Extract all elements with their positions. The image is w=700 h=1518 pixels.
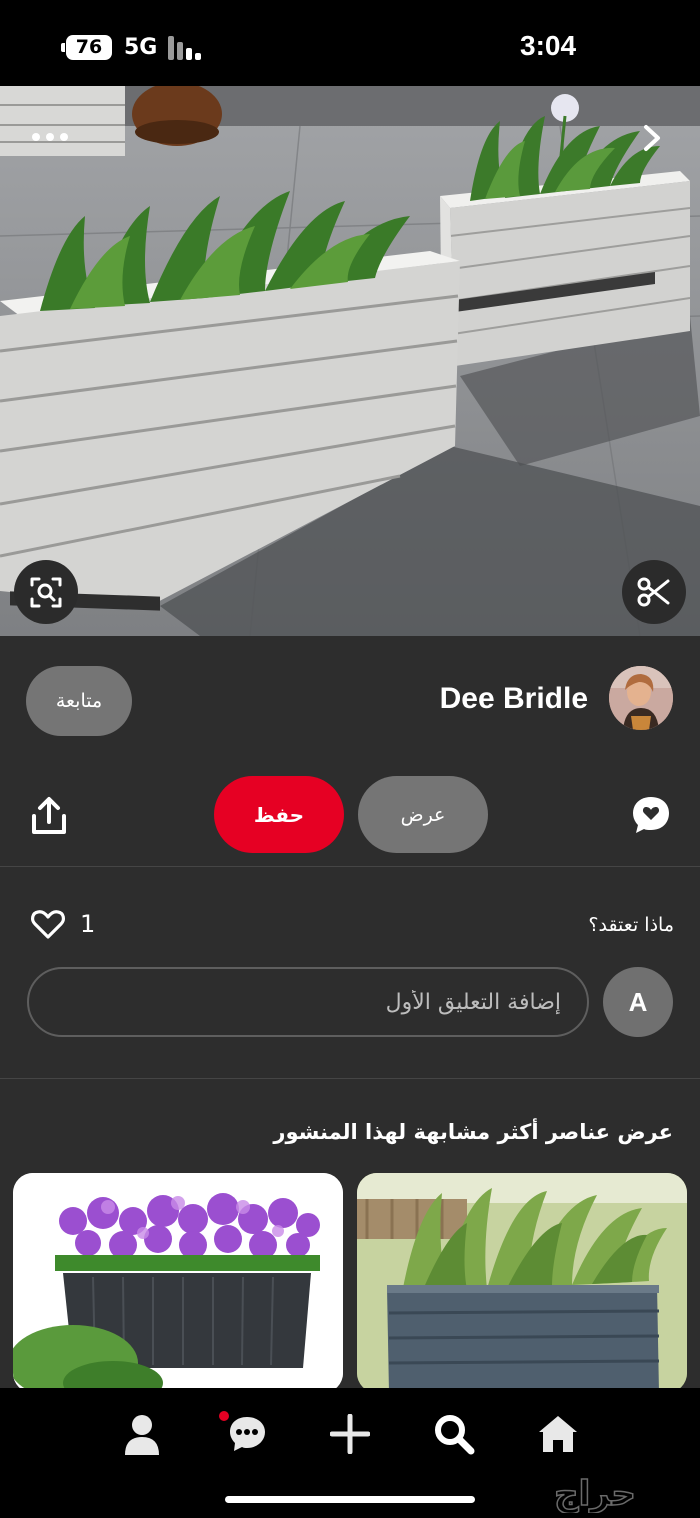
- nav-search[interactable]: [426, 1406, 482, 1462]
- battery-indicator: 76: [61, 35, 112, 60]
- notification-dot: [219, 1411, 229, 1421]
- visual-search-icon: [30, 577, 62, 608]
- related-pin-card[interactable]: [13, 1173, 343, 1393]
- nav-messages[interactable]: [216, 1406, 272, 1462]
- next-image-button[interactable]: [630, 116, 674, 160]
- share-button[interactable]: [26, 794, 72, 840]
- comment-button[interactable]: [628, 792, 674, 838]
- save-button[interactable]: حفظ: [214, 776, 344, 853]
- profile-icon: [125, 1415, 159, 1455]
- scissors-icon: [637, 577, 670, 607]
- comment-input[interactable]: [27, 967, 589, 1037]
- pin-details: متابعة Dee Bridle حفظ عرض 1 ماذا تعتقد؟ …: [0, 636, 700, 1393]
- more-like-this-title: عرض عناصر أكثر مشابهة لهذا المنشور: [273, 1120, 673, 1144]
- bottom-navigation: حراج: [0, 1388, 700, 1518]
- pin-image[interactable]: [0, 86, 700, 636]
- heart-icon[interactable]: [30, 908, 66, 940]
- nav-home[interactable]: [530, 1406, 586, 1462]
- search-icon: [435, 1415, 475, 1455]
- cutout-button[interactable]: [622, 560, 686, 624]
- divider: [0, 1078, 700, 1079]
- status-bar: 76 5G 3:04: [0, 0, 700, 92]
- visual-search-button[interactable]: [14, 560, 78, 624]
- follow-button[interactable]: متابعة: [26, 666, 132, 736]
- signal-icon: [168, 36, 208, 60]
- chevron-right-icon: [644, 125, 660, 151]
- create-icon: [330, 1414, 370, 1454]
- like-count: 1: [80, 910, 96, 938]
- home-icon: [539, 1416, 577, 1452]
- haraj-watermark: حراج: [500, 1473, 690, 1515]
- divider: [0, 866, 700, 867]
- creator-avatar[interactable]: [609, 666, 673, 730]
- messages-icon: [219, 1411, 265, 1451]
- like-section: 1: [30, 906, 95, 942]
- home-indicator: [225, 1496, 475, 1503]
- user-avatar[interactable]: A: [603, 967, 673, 1037]
- nav-profile[interactable]: [114, 1406, 170, 1462]
- clock: 3:04: [520, 30, 577, 61]
- comments-prompt: ماذا تعتقد؟: [588, 914, 674, 936]
- view-button[interactable]: عرض: [358, 776, 488, 853]
- network-type: 5G: [124, 35, 158, 60]
- share-icon: [32, 797, 66, 834]
- nav-create[interactable]: [322, 1406, 378, 1462]
- svg-text:حراج: حراج: [554, 1474, 636, 1513]
- more-icon: [32, 133, 68, 141]
- related-pin-card[interactable]: [357, 1173, 687, 1393]
- comment-bubble-icon: [633, 797, 669, 833]
- more-options-button[interactable]: [24, 117, 76, 157]
- creator-name[interactable]: Dee Bridle: [440, 682, 588, 716]
